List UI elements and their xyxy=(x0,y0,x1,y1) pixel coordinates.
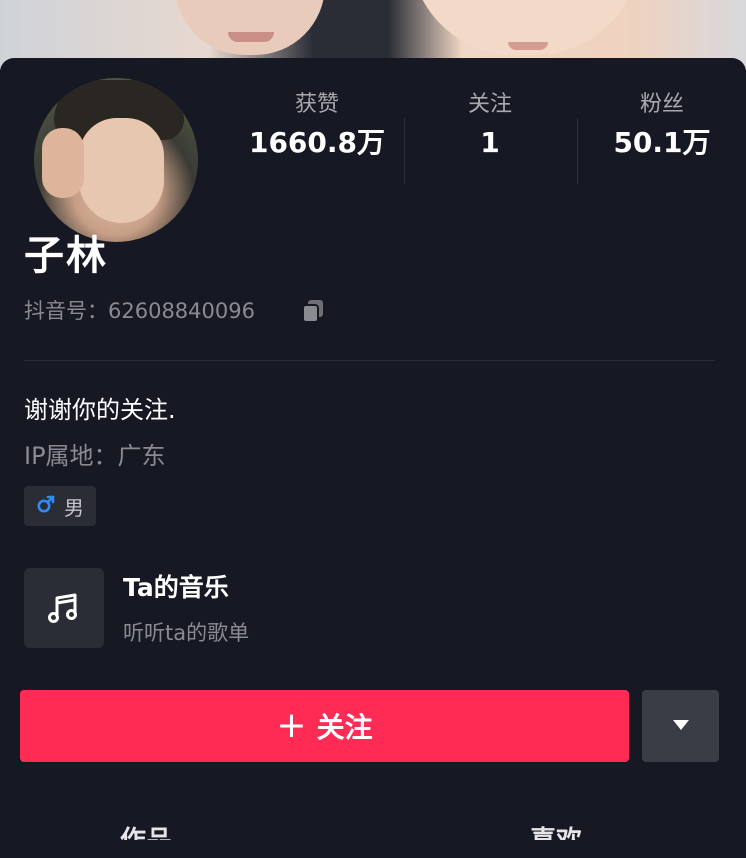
avatar[interactable] xyxy=(28,72,204,248)
tab-works[interactable]: 作品 xyxy=(120,826,172,840)
male-icon xyxy=(36,494,56,519)
stat-followers-value: 50.1万 xyxy=(613,126,711,159)
profile-bio: 谢谢你的关注. xyxy=(24,396,176,424)
stat-likes-label: 获赞 xyxy=(294,92,339,117)
follow-label: 关注 xyxy=(316,711,373,744)
stat-following-label: 关注 xyxy=(467,92,512,117)
stat-divider xyxy=(577,118,578,184)
plus-icon: + xyxy=(276,705,307,746)
music-subtitle: 听听ta的歌单 xyxy=(123,621,250,645)
stat-divider xyxy=(404,118,405,184)
more-options-button[interactable] xyxy=(642,690,719,762)
section-divider xyxy=(24,360,715,361)
profile-name: 子林 xyxy=(24,233,108,279)
stat-following[interactable]: 关注 1 xyxy=(410,88,570,164)
gender-tag: 男 xyxy=(24,486,96,526)
avatar-image xyxy=(34,78,198,242)
stat-likes-value: 1660.8万 xyxy=(248,126,386,159)
ip-location: IP属地：广东 xyxy=(24,442,166,470)
tab-bar: 作品 喜欢 xyxy=(0,820,746,840)
profile-card: 获赞 1660.8万 关注 1 粉丝 50.1万 子林 抖音号：62608840… xyxy=(0,58,746,858)
douyin-id: 抖音号：62608840096 xyxy=(24,299,255,323)
follow-button[interactable]: + 关注 xyxy=(20,690,629,762)
stat-followers[interactable]: 粉丝 50.1万 xyxy=(582,88,742,164)
stat-followers-label: 粉丝 xyxy=(639,92,684,117)
music-note-icon xyxy=(46,590,82,630)
triangle-down-icon xyxy=(671,718,691,735)
stat-following-value: 1 xyxy=(480,126,500,159)
music-title[interactable]: Ta的音乐 xyxy=(123,570,229,606)
profile-stats: 获赞 1660.8万 关注 1 粉丝 50.1万 xyxy=(232,88,722,184)
music-entry[interactable] xyxy=(24,568,104,648)
gender-label: 男 xyxy=(64,495,84,520)
stat-likes[interactable]: 获赞 1660.8万 xyxy=(237,88,397,164)
tab-likes[interactable]: 喜欢 xyxy=(530,826,582,840)
copy-icon[interactable] xyxy=(300,298,326,324)
